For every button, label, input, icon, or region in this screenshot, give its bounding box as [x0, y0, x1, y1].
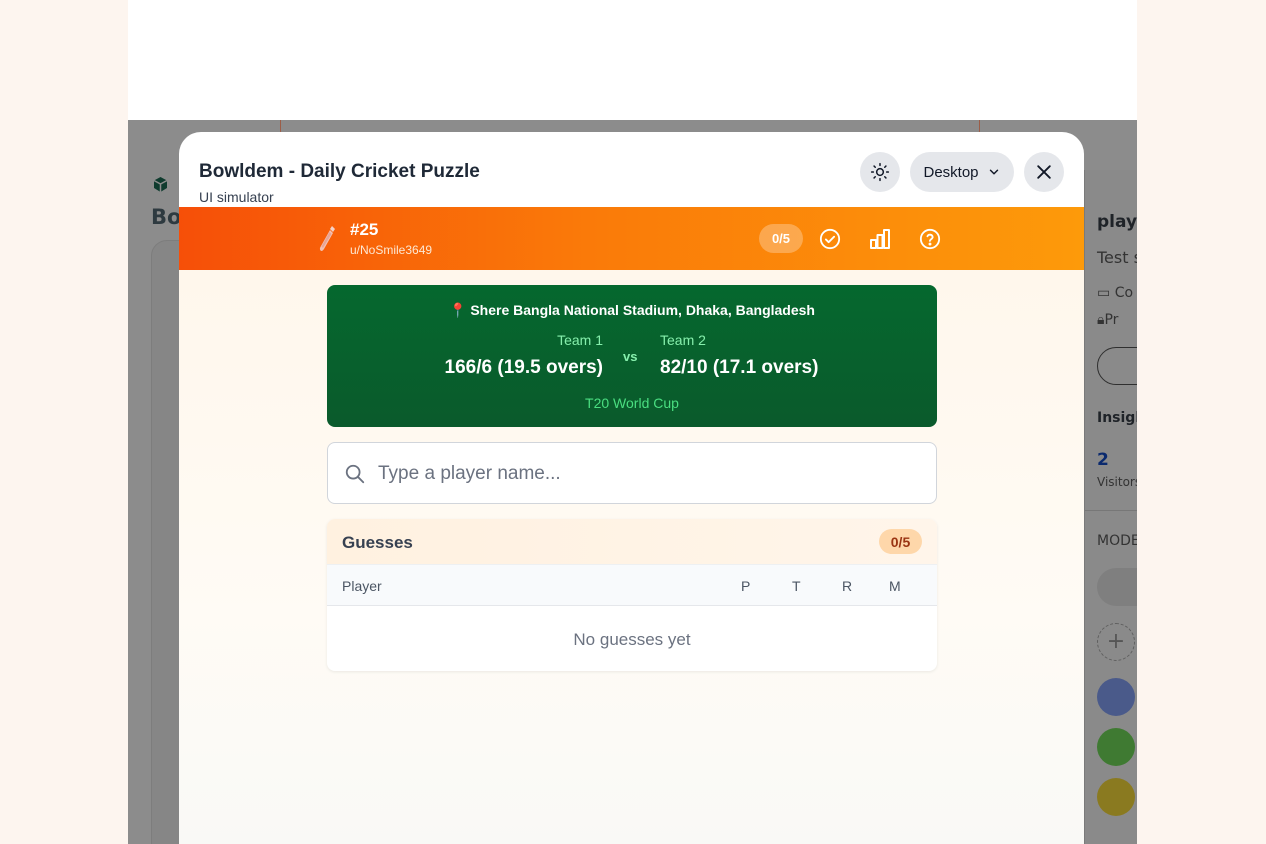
column-player: Player — [342, 578, 382, 594]
game-header: #25 u/NoSmile3649 0/5 — [179, 207, 1084, 270]
device-select-button[interactable]: Desktop — [910, 152, 1014, 192]
check-circle-button[interactable] — [817, 226, 843, 252]
guesses-table-header: Player P T R M — [327, 564, 937, 606]
chevron-down-icon — [989, 169, 998, 175]
team1-score: 166/6 (19.5 overs) — [444, 357, 603, 378]
sidebar-add-icon: + — [1097, 623, 1135, 661]
help-icon — [919, 228, 941, 250]
sidebar-visitors-count: 2 — [1097, 450, 1109, 470]
player-search-box[interactable] — [327, 442, 937, 504]
simulator-modal: Bowldem - Daily Cricket Puzzle UI simula… — [179, 132, 1084, 844]
background-heading: Bo — [151, 205, 182, 229]
match-venue: 📍 Shere Bangla National Stadium, Dhaka, … — [449, 302, 815, 318]
community-icon — [153, 177, 168, 192]
guesses-count-badge: 0/5 — [879, 529, 922, 554]
help-button[interactable] — [917, 226, 943, 252]
column-r: R — [842, 578, 853, 594]
cake-icon: ▭ — [1097, 285, 1115, 301]
device-select-label: Desktop — [923, 163, 979, 181]
sidebar-visitors-label: Visitors — [1097, 475, 1137, 489]
guesses-header: Guesses 0/5 — [327, 519, 937, 564]
avatar — [1097, 778, 1135, 816]
team1-label: Team 1 — [557, 332, 603, 348]
stats-button[interactable] — [867, 226, 893, 252]
player-search-input[interactable] — [378, 458, 918, 490]
sun-icon — [870, 162, 890, 182]
sidebar-subtitle: Test s — [1097, 248, 1137, 267]
sidebar-row-private: 🔒︎Pr — [1097, 312, 1119, 328]
match-card: 📍 Shere Bangla National Stadium, Dhaka, … — [327, 285, 937, 427]
vs-label: vs — [623, 349, 638, 364]
guesses-title: Guesses — [342, 533, 413, 552]
avatar — [1097, 728, 1135, 766]
modal-title: Bowldem - Daily Cricket Puzzle — [199, 161, 480, 182]
close-button[interactable] — [1024, 152, 1064, 192]
column-p: P — [741, 578, 751, 594]
bar-chart-icon — [870, 229, 890, 249]
close-icon — [1037, 165, 1051, 179]
search-icon — [345, 464, 365, 484]
cricket-bat-icon — [319, 226, 335, 251]
tournament-name: T20 World Cup — [585, 395, 679, 411]
modal-subtitle: UI simulator — [199, 189, 274, 205]
team2-score: 82/10 (17.1 overs) — [660, 357, 819, 378]
guesses-empty-state: No guesses yet — [573, 630, 691, 649]
sidebar-insights-heading: Insigh — [1097, 410, 1137, 426]
column-t: T — [792, 578, 801, 594]
sidebar-outline-button — [1097, 347, 1137, 385]
guesses-card: Guesses 0/5 Player P T R M No guesses ye… — [327, 519, 937, 671]
team2-label: Team 2 — [660, 332, 706, 348]
sidebar-grey-pill — [1097, 568, 1137, 606]
sidebar-title: playb — [1097, 212, 1137, 232]
game-body: 📍 Shere Bangla National Stadium, Dhaka, … — [179, 270, 1084, 844]
puzzle-username: u/NoSmile3649 — [350, 243, 433, 257]
check-circle-icon — [819, 228, 841, 250]
background-sidebar: playb Test s ▭ Co 🔒︎Pr Insigh 2 Visitors… — [1084, 170, 1137, 844]
column-m: M — [889, 578, 901, 594]
sidebar-divider — [1085, 510, 1137, 511]
avatar — [1097, 678, 1135, 716]
puzzle-number: #25 — [350, 220, 379, 239]
guess-counter-badge: 0/5 — [759, 224, 803, 253]
sidebar-mod-heading: MODE — [1097, 533, 1137, 549]
sidebar-row-created: ▭ Co — [1097, 285, 1134, 301]
theme-toggle-button[interactable] — [860, 152, 900, 192]
